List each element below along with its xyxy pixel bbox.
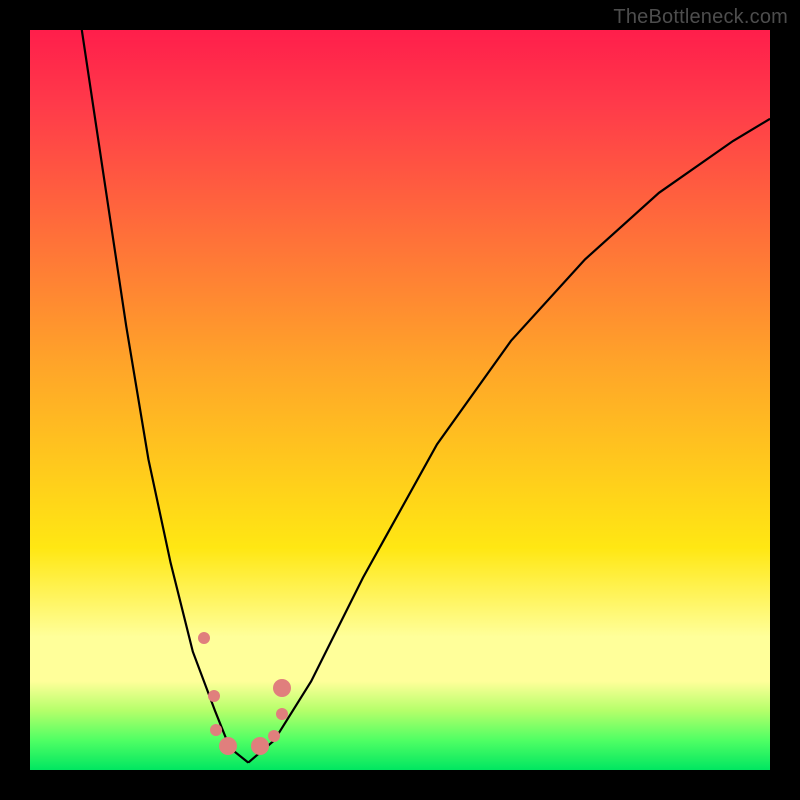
curve-marker-dot: [208, 690, 220, 702]
curve-marker-dot: [276, 708, 288, 720]
curve-marker-dot: [198, 632, 210, 644]
watermark-text: TheBottleneck.com: [613, 6, 788, 29]
marker-group: [198, 632, 291, 755]
curve-marker-dot: [210, 724, 222, 736]
curve-marker-dot: [268, 730, 280, 742]
curve-marker-dot: [251, 737, 269, 755]
chart-plot-area: [30, 30, 770, 770]
outer-black-frame: TheBottleneck.com: [0, 0, 800, 800]
curve-marker-dot: [273, 679, 291, 697]
curve-marker-dot: [219, 737, 237, 755]
bottleneck-curve: [30, 30, 770, 770]
